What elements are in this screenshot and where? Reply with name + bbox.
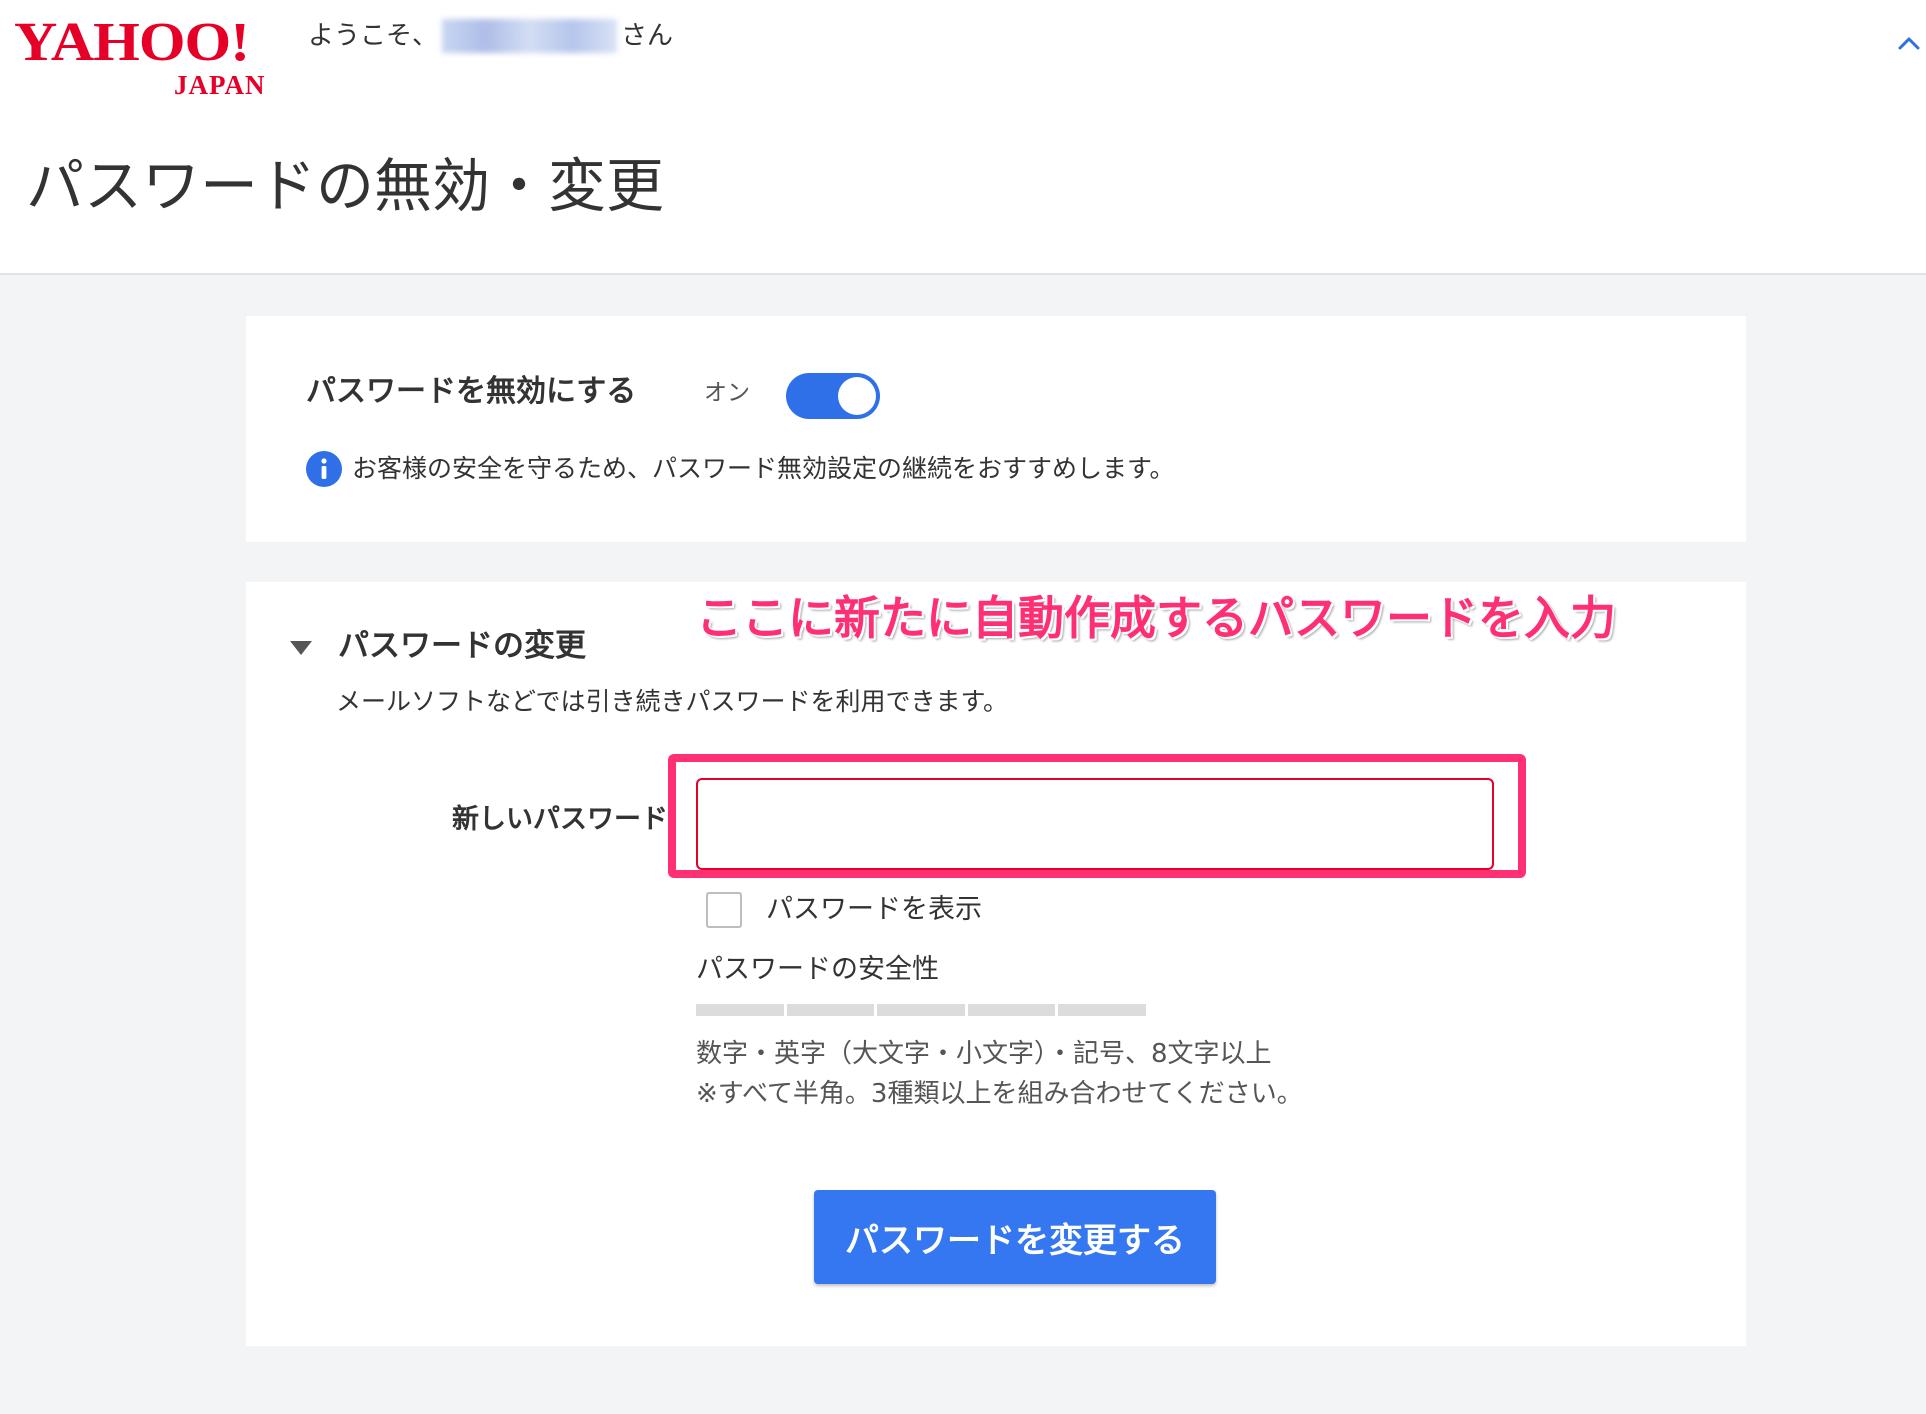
disable-password-card: パスワードを無効にする オン お客様の安全を守るため、パスワード無効設定の継続を…: [246, 316, 1746, 542]
show-password-label[interactable]: パスワードを表示: [766, 890, 982, 930]
strength-segment: [1058, 1004, 1146, 1016]
password-hint-requirements: 数字・英字（大文字・小文字）・記号、8文字以上: [696, 1039, 1272, 1069]
new-password-label: 新しいパスワード: [452, 804, 668, 835]
change-password-button[interactable]: パスワードを変更する: [814, 1190, 1216, 1284]
strength-segment: [967, 1004, 1056, 1016]
annotation-callout: ここに新たに自動作成するパスワードを入力: [696, 591, 1616, 645]
disable-password-toggle[interactable]: [786, 373, 880, 419]
password-strength-label: パスワードの安全性: [696, 954, 939, 985]
page-title: パスワードの無効・変更: [26, 152, 665, 220]
yahoo-japan-logo[interactable]: YAHOO! JAPAN: [14, 11, 298, 100]
info-icon: [306, 451, 342, 487]
toggle-knob: [838, 377, 876, 415]
welcome-prefix: ようこそ、: [308, 21, 439, 51]
strength-segment: [877, 1004, 965, 1016]
password-strength-meter: [696, 1004, 1146, 1016]
section-title[interactable]: パスワードの変更: [338, 624, 586, 668]
show-password-checkbox[interactable]: [706, 892, 742, 928]
chevron-up-icon[interactable]: [1896, 30, 1922, 56]
logo-subtitle: JAPAN: [174, 70, 266, 100]
redacted-username: [442, 19, 618, 53]
info-message: お客様の安全を守るため、パスワード無効設定の継続をおすすめします。: [352, 454, 1175, 483]
welcome-message: ようこそ、 さん: [308, 18, 673, 54]
collapse-triangle-icon[interactable]: [288, 638, 314, 658]
change-password-card: パスワードの変更 メールソフトなどでは引き続きパスワードを利用できます。 新しい…: [246, 582, 1746, 1346]
strength-segment: [696, 1004, 784, 1016]
welcome-suffix: さん: [621, 21, 674, 51]
password-hint-note: ※すべて半角。3種類以上を組み合わせてください。: [696, 1079, 1303, 1109]
toggle-state-text: オン: [704, 380, 750, 406]
page-header: YAHOO! JAPAN ようこそ、 さん パスワードの無効・変更: [0, 0, 1926, 275]
section-description: メールソフトなどでは引き続きパスワードを利用できます。: [336, 687, 1009, 716]
logo-wordmark: YAHOO!: [14, 11, 250, 72]
new-password-input[interactable]: [696, 778, 1494, 870]
disable-password-label: パスワードを無効にする: [306, 374, 637, 409]
strength-segment: [786, 1004, 875, 1016]
